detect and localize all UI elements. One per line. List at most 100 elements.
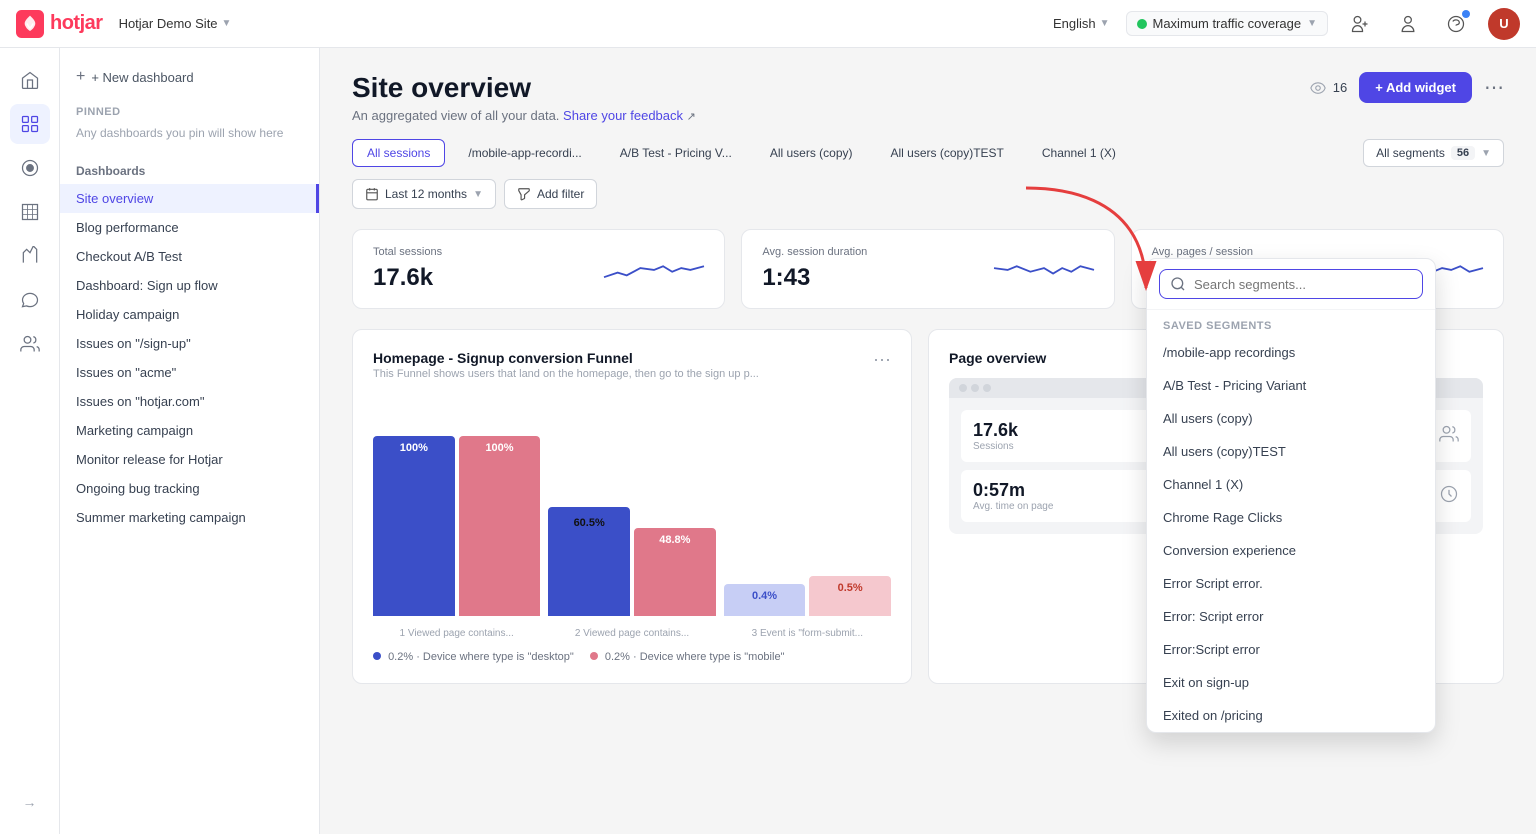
hotjar-logo[interactable]: hotjar bbox=[16, 10, 103, 38]
sidebar-item-checkout-ab[interactable]: Checkout A/B Test bbox=[60, 242, 319, 271]
funnel-bar-step2-blue: 60.5% bbox=[548, 507, 630, 616]
sidebar-icon-collapse[interactable]: → bbox=[10, 782, 50, 822]
sidebar-item-summer-marketing[interactable]: Summer marketing campaign bbox=[60, 503, 319, 532]
segment-tab-all-sessions[interactable]: All sessions bbox=[352, 139, 445, 167]
viewers-count: 16 bbox=[1309, 79, 1347, 97]
funnel-bar-label-step2-pink: 48.8% bbox=[659, 534, 690, 546]
all-segments-label: All segments bbox=[1376, 146, 1445, 160]
dropdown-item-all-users-copy[interactable]: All users (copy) bbox=[1147, 402, 1435, 435]
sidebar-item-bug-tracking[interactable]: Ongoing bug tracking bbox=[60, 474, 319, 503]
sidebar-icon-users[interactable] bbox=[10, 324, 50, 364]
page-header-actions: 16 + Add widget ⋯ bbox=[1309, 72, 1504, 103]
dropdown-item-ab-test[interactable]: A/B Test - Pricing Variant bbox=[1147, 369, 1435, 402]
profile-button[interactable] bbox=[1392, 8, 1424, 40]
site-selector[interactable]: Hotjar Demo Site ▼ bbox=[119, 16, 232, 31]
funnel-step-2: 60.5% 48.8% bbox=[548, 436, 715, 616]
dropdown-item-error-script2[interactable]: Error: Script error bbox=[1147, 600, 1435, 633]
sidebar-item-issues-hotjar[interactable]: Issues on "hotjar.com" bbox=[60, 387, 319, 416]
funnel-bar-step1-blue: 100% bbox=[373, 436, 455, 616]
filter-bar: Last 12 months ▼ Add filter bbox=[352, 179, 1504, 209]
add-filter-button[interactable]: Add filter bbox=[504, 179, 597, 209]
sidebar-item-marketing[interactable]: Marketing campaign bbox=[60, 416, 319, 445]
funnel-legend-desktop: 0.2% · Device where type is "desktop" bbox=[373, 651, 574, 663]
mini-stat-avg-time-value: 0:57m bbox=[973, 480, 1053, 501]
funnel-subtitle: This Funnel shows users that land on the… bbox=[373, 368, 759, 380]
segments-search-input[interactable] bbox=[1194, 277, 1412, 292]
funnel-bar-label-step3-blue: 0.4% bbox=[752, 590, 777, 602]
segments-bar: All sessions /mobile-app-recordi... A/B … bbox=[352, 139, 1504, 167]
dropdown-item-exited-pricing[interactable]: Exited on /pricing bbox=[1147, 699, 1435, 732]
new-dashboard-button[interactable]: + + New dashboard bbox=[60, 60, 319, 94]
stat-label-avg-pages: Avg. pages / session bbox=[1152, 246, 1253, 258]
new-dashboard-label: + New dashboard bbox=[91, 70, 193, 85]
coverage-chevron: ▼ bbox=[1307, 18, 1317, 29]
stat-label-total-sessions: Total sessions bbox=[373, 246, 442, 258]
external-link-icon: ↗ bbox=[687, 111, 696, 123]
sidebar-item-issues-acme[interactable]: Issues on "acme" bbox=[60, 358, 319, 387]
sidebar-icon-home[interactable] bbox=[10, 60, 50, 100]
funnel-bar-step1-pink: 100% bbox=[459, 436, 541, 616]
stat-label-avg-duration: Avg. session duration bbox=[762, 246, 867, 258]
dashboards-section-label: Dashboards bbox=[60, 152, 319, 184]
dropdown-item-chrome-rage[interactable]: Chrome Rage Clicks bbox=[1147, 501, 1435, 534]
segment-tab-all-users-copy-test[interactable]: All users (copy)TEST bbox=[876, 139, 1019, 167]
all-segments-count: 56 bbox=[1451, 146, 1475, 160]
dropdown-item-mobile-app[interactable]: /mobile-app recordings bbox=[1147, 336, 1435, 369]
coverage-selector[interactable]: Maximum traffic coverage ▼ bbox=[1126, 11, 1329, 36]
funnel-legend-mobile: 0.2% · Device where type is "mobile" bbox=[590, 651, 785, 663]
sidebar-icon-heatmaps[interactable] bbox=[10, 192, 50, 232]
segment-tab-mobile-app[interactable]: /mobile-app-recordi... bbox=[453, 139, 596, 167]
dropdown-item-error-script1[interactable]: Error Script error. bbox=[1147, 567, 1435, 600]
funnel-bar-label-step1-pink: 100% bbox=[485, 442, 513, 454]
add-filter-label: Add filter bbox=[537, 187, 584, 201]
sidebar-item-signup-flow[interactable]: Dashboard: Sign up flow bbox=[60, 271, 319, 300]
language-chevron: ▼ bbox=[1100, 18, 1110, 29]
more-options-button[interactable]: ⋯ bbox=[1484, 75, 1504, 100]
feedback-link[interactable]: Share your feedback bbox=[563, 108, 683, 123]
sidebar-item-site-overview[interactable]: Site overview bbox=[60, 184, 319, 213]
date-filter-button[interactable]: Last 12 months ▼ bbox=[352, 179, 496, 209]
sidebar-item-blog-performance[interactable]: Blog performance bbox=[60, 213, 319, 242]
mini-stat-avg-time-label: Avg. time on page bbox=[973, 501, 1053, 512]
funnel-bar-step3-pink: 0.5% bbox=[809, 576, 891, 616]
segment-tab-all-users-copy[interactable]: All users (copy) bbox=[755, 139, 868, 167]
notification-badge bbox=[1462, 10, 1470, 18]
funnel-more-button[interactable]: ⋯ bbox=[873, 350, 891, 371]
legend-label-mobile: 0.2% · Device where type is "mobile" bbox=[605, 651, 785, 663]
invite-button[interactable] bbox=[1344, 8, 1376, 40]
coverage-label: Maximum traffic coverage bbox=[1153, 16, 1302, 31]
browser-dot-1 bbox=[959, 384, 967, 392]
segment-tab-ab-test[interactable]: A/B Test - Pricing V... bbox=[605, 139, 747, 167]
dropdown-item-exit-signup[interactable]: Exit on sign-up bbox=[1147, 666, 1435, 699]
legend-label-desktop: 0.2% · Device where type is "desktop" bbox=[388, 651, 574, 663]
new-dashboard-icon: + bbox=[76, 68, 85, 86]
sidebar-item-issues-signup[interactable]: Issues on "/sign-up" bbox=[60, 329, 319, 358]
sidebar-icon-feedback[interactable] bbox=[10, 280, 50, 320]
dropdown-item-all-users-copy-test[interactable]: All users (copy)TEST bbox=[1147, 435, 1435, 468]
user-avatar[interactable]: U bbox=[1488, 8, 1520, 40]
language-selector[interactable]: English ▼ bbox=[1053, 16, 1110, 31]
sidebar-icons: → bbox=[0, 48, 60, 834]
add-widget-button[interactable]: + Add widget bbox=[1359, 72, 1472, 103]
dropdown-item-channel1[interactable]: Channel 1 (X) bbox=[1147, 468, 1435, 501]
stat-card-avg-session-duration: Avg. session duration 1:43 bbox=[741, 229, 1114, 309]
mini-stat-sessions-label: Sessions bbox=[973, 441, 1018, 452]
sparkline-total-sessions bbox=[604, 249, 704, 289]
dropdown-item-conversion-exp[interactable]: Conversion experience bbox=[1147, 534, 1435, 567]
all-segments-button[interactable]: All segments 56 ▼ bbox=[1363, 139, 1504, 167]
page-header: Site overview An aggregated view of all … bbox=[352, 72, 1504, 123]
segments-chevron: ▼ bbox=[1481, 148, 1491, 159]
segment-tab-channel1[interactable]: Channel 1 (X) bbox=[1027, 139, 1131, 167]
dropdown-item-error-script3[interactable]: Error:Script error bbox=[1147, 633, 1435, 666]
coverage-status-dot bbox=[1137, 19, 1147, 29]
logo-text: hotjar bbox=[50, 12, 103, 35]
sidebar-item-monitor-hotjar[interactable]: Monitor release for Hotjar bbox=[60, 445, 319, 474]
sidebar-icon-recordings[interactable] bbox=[10, 148, 50, 188]
sidebar-icon-analytics[interactable] bbox=[10, 236, 50, 276]
dropdown-search bbox=[1147, 259, 1435, 310]
stat-card-total-sessions: Total sessions 17.6k bbox=[352, 229, 725, 309]
funnel-bar-step3-blue: 0.4% bbox=[724, 584, 806, 616]
pinned-section-label: Pinned bbox=[60, 94, 319, 122]
sidebar-icon-dashboard[interactable] bbox=[10, 104, 50, 144]
sidebar-item-holiday[interactable]: Holiday campaign bbox=[60, 300, 319, 329]
